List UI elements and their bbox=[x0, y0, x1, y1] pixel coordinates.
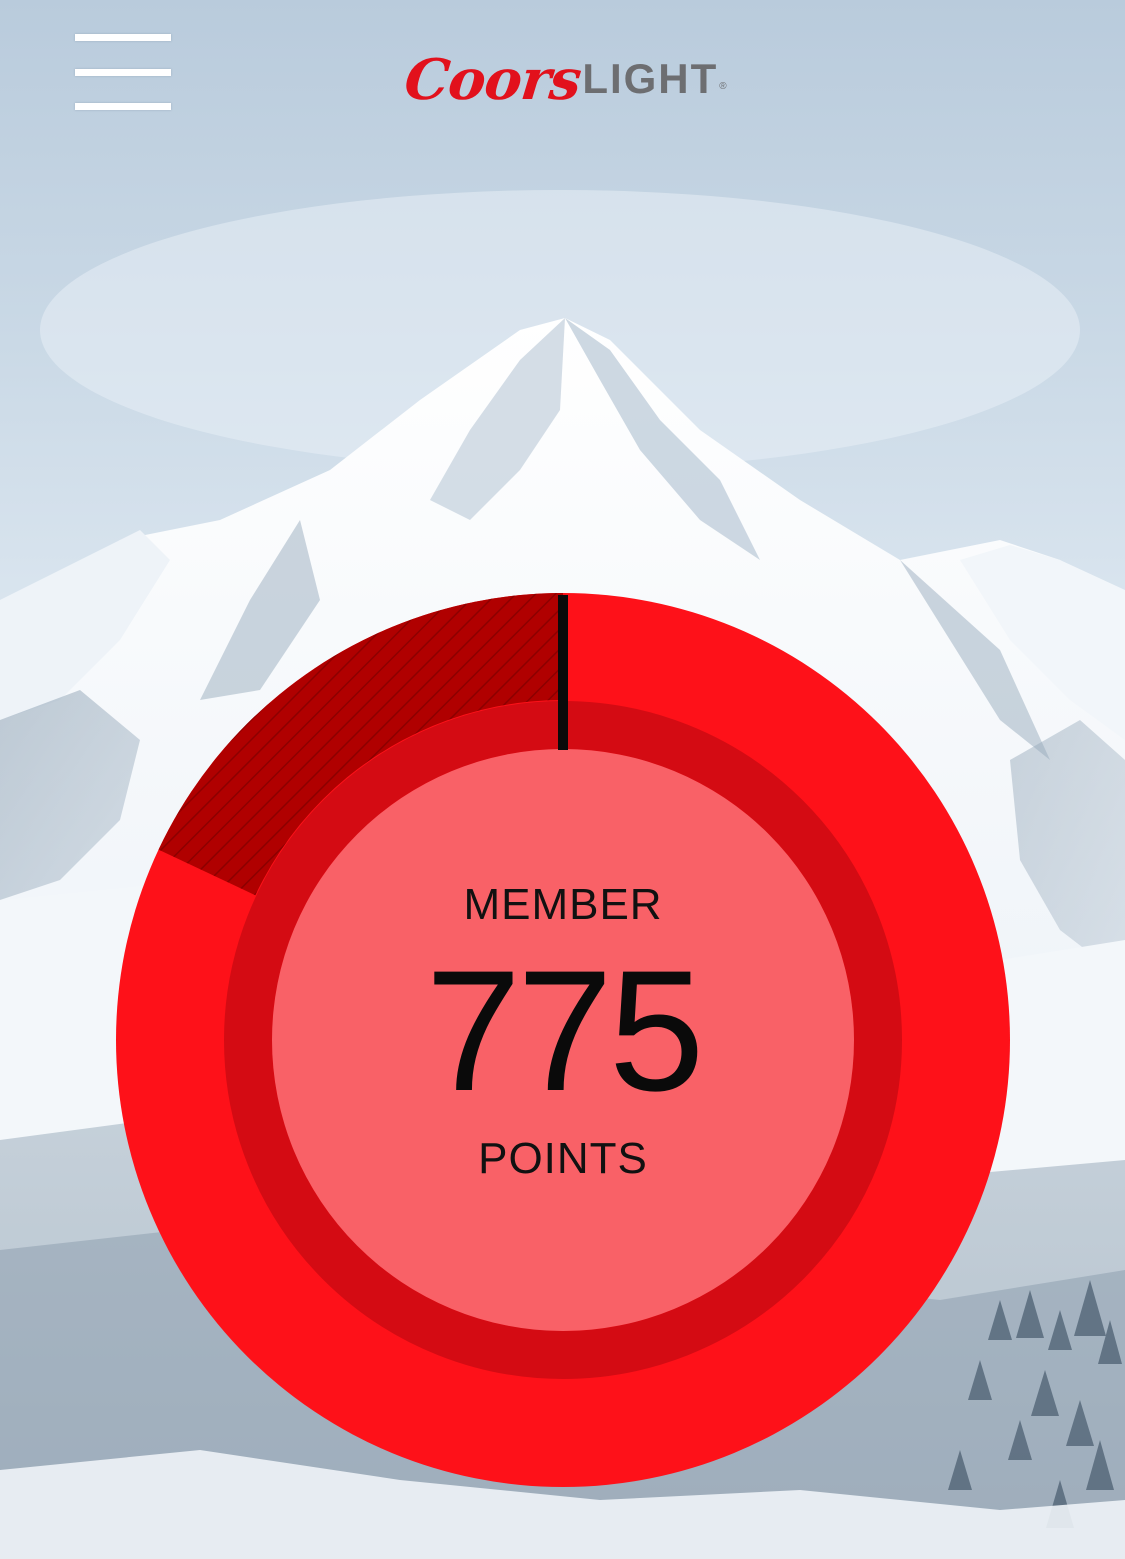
points-label: POINTS bbox=[478, 1134, 648, 1183]
tier-label: MEMBER bbox=[463, 880, 663, 929]
points-value: 775 bbox=[425, 935, 705, 1127]
points-summary: MEMBER 775 POINTS bbox=[272, 750, 854, 1332]
